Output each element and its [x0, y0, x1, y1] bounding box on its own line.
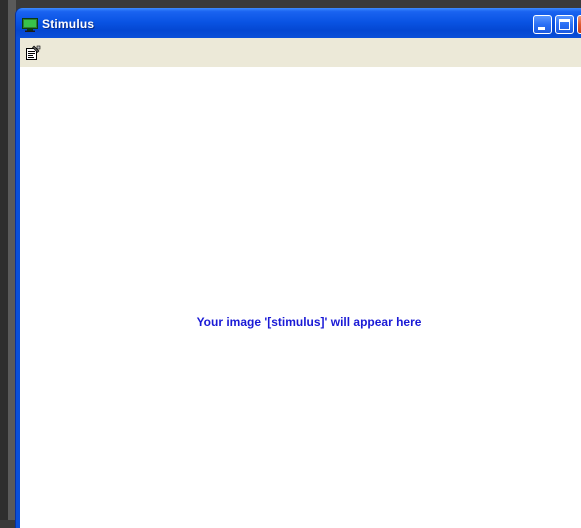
desktop-edge — [0, 0, 8, 520]
window-client-area: Your image '[stimulus]' will appear here — [20, 38, 581, 528]
minimize-icon — [538, 27, 545, 30]
stimulus-placeholder-text: Your image '[stimulus]' will appear here — [196, 315, 422, 329]
toolbar — [20, 38, 581, 68]
window-title: Stimulus — [42, 17, 95, 31]
properties-button[interactable] — [23, 43, 43, 63]
stimulus-window: Stimulus Your image '[stimulus]' will ap… — [15, 8, 581, 528]
maximize-button[interactable] — [555, 15, 574, 34]
title-bar[interactable]: Stimulus — [16, 8, 581, 38]
maximize-icon — [559, 19, 570, 30]
app-monitor-icon[interactable] — [22, 17, 38, 32]
properties-icon — [26, 45, 41, 60]
stimulus-canvas: Your image '[stimulus]' will appear here — [20, 68, 581, 528]
minimize-button[interactable] — [533, 15, 552, 34]
close-button[interactable] — [577, 15, 581, 34]
